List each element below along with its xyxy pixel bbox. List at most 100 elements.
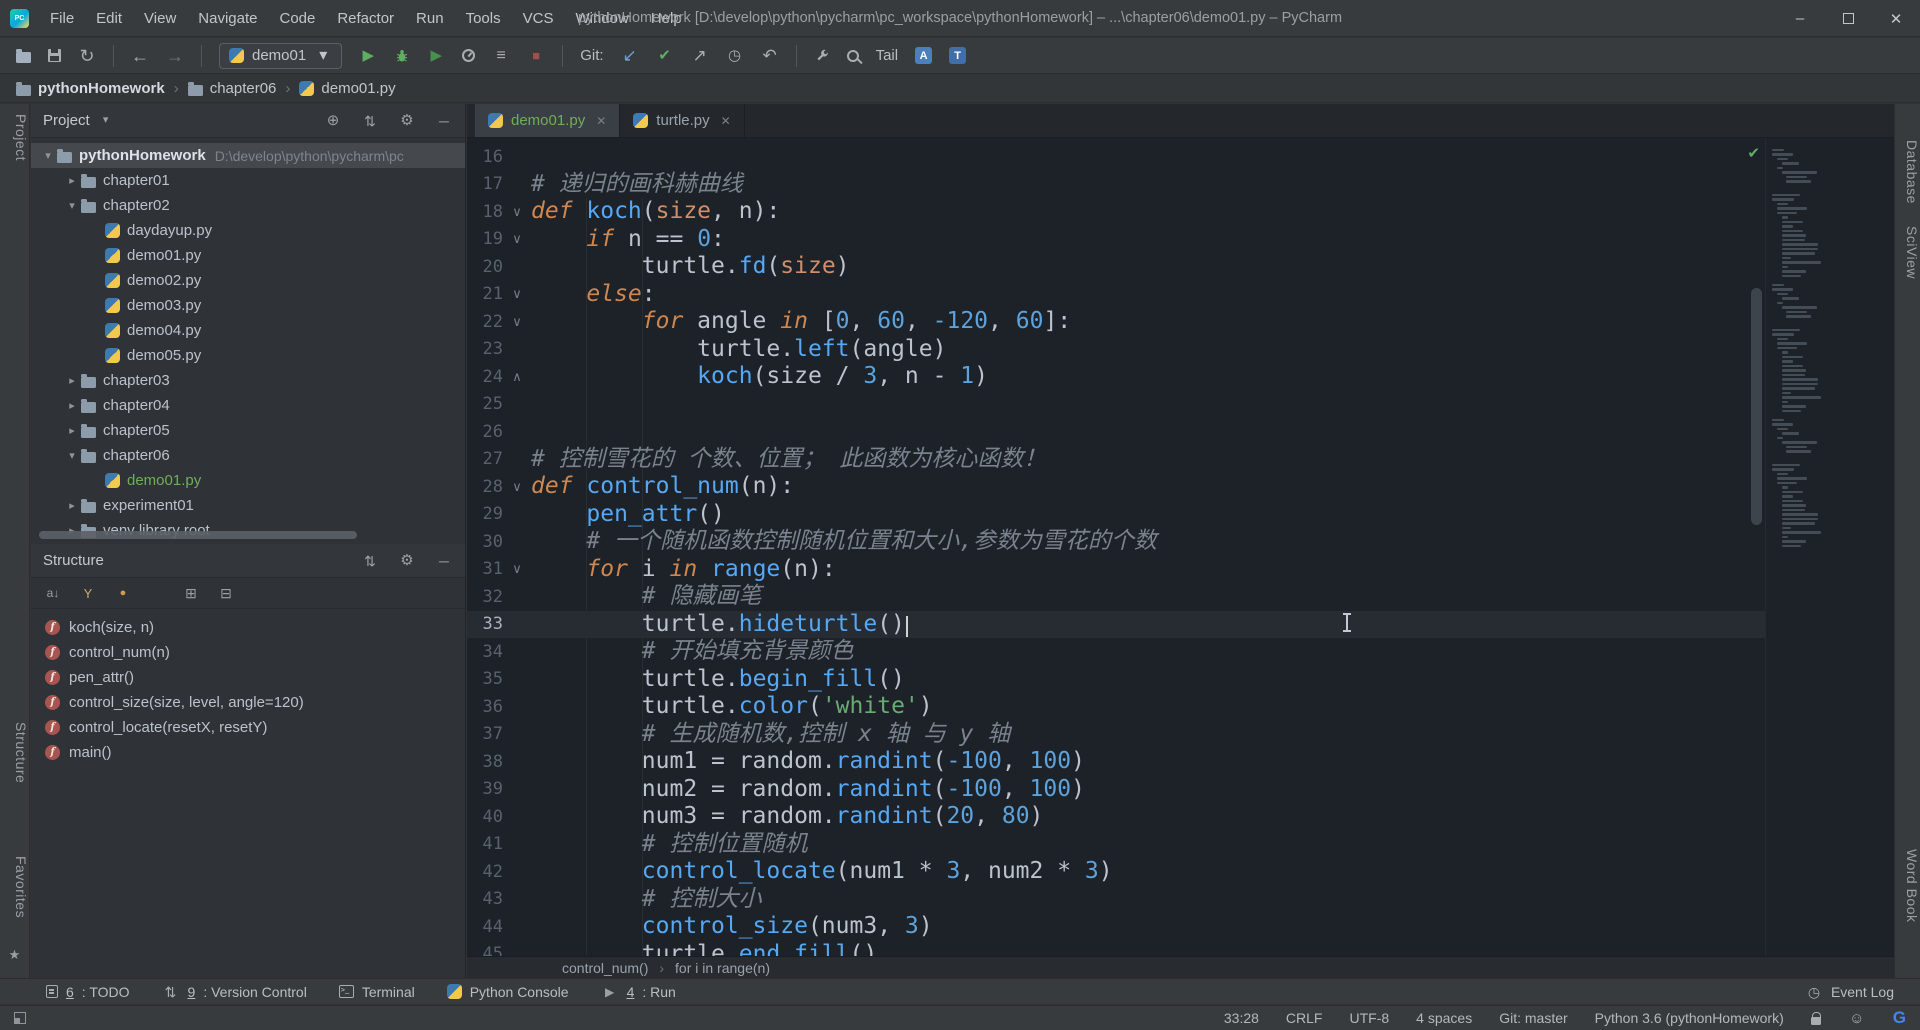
code-line[interactable]: 32 # 隐藏画笔 (467, 583, 1894, 611)
collapse-all-icon[interactable]: ⊟ (217, 586, 235, 600)
debug-icon[interactable] (394, 48, 410, 64)
line-number[interactable]: 16 (467, 147, 503, 167)
menu-vcs[interactable]: VCS (512, 0, 565, 37)
google-translate-icon[interactable]: G (1893, 1008, 1906, 1028)
line-number[interactable]: 43 (467, 889, 503, 909)
code-line[interactable]: 31 ∨ for i in range(n): (467, 556, 1894, 584)
code-line[interactable]: 28 ∨ def control_num(n): (467, 473, 1894, 501)
code-line[interactable]: 29 pen_attr() (467, 501, 1894, 529)
line-number[interactable]: 27 (467, 449, 503, 469)
code-line[interactable]: 38 num1 = random.randint(-100, 100) (467, 748, 1894, 776)
tree-row[interactable]: ▾ chapter06 (31, 443, 465, 468)
python-interpreter[interactable]: Python 3.6 (pythonHomework) (1595, 1010, 1784, 1026)
lock-icon[interactable] (1810, 1011, 1821, 1025)
editor-scrollbar[interactable] (1749, 138, 1764, 956)
tree-row[interactable]: ▸ chapter01 (31, 168, 465, 193)
fold-marker-icon[interactable]: ∨ (503, 204, 531, 220)
line-number[interactable]: 36 (467, 697, 503, 717)
structure-item[interactable]: f control_locate(resetX, resetY) (31, 715, 465, 740)
line-number[interactable]: 31 (467, 559, 503, 579)
code-line[interactable]: 45 turtle.end_fill() (467, 941, 1894, 957)
structure-item[interactable]: f main() (31, 740, 465, 765)
breadcrumb-item[interactable]: pythonHomework (16, 80, 165, 97)
toolwindow-button-terminal[interactable]: Terminal (338, 984, 415, 1000)
gear-icon[interactable]: ⚙ (398, 553, 416, 568)
git-branch[interactable]: Git: master (1499, 1010, 1567, 1026)
collapse-icon[interactable]: ⇅ (361, 554, 379, 568)
open-project-icon[interactable] (16, 48, 31, 63)
menu-file[interactable]: File (39, 0, 85, 37)
rollback-icon[interactable]: ↶ (761, 47, 779, 64)
fold-marker-icon[interactable]: ∨ (503, 231, 531, 247)
code-line[interactable]: 21 ∨ else: (467, 281, 1894, 309)
save-all-icon[interactable] (48, 49, 61, 62)
tree-row[interactable]: demo01.py (31, 243, 465, 268)
tab-turtle-py[interactable]: turtle.py ✕ (620, 104, 745, 137)
line-number[interactable]: 42 (467, 862, 503, 882)
coverage-run-icon[interactable]: ▶ (427, 48, 445, 63)
fold-marker-icon[interactable]: ∧ (503, 369, 531, 385)
chevron-right-icon[interactable]: ▸ (63, 174, 81, 187)
toolwindow-button-python-console[interactable]: Python Console (446, 984, 569, 1000)
stop-icon[interactable]: ■ (527, 49, 545, 62)
git-commit-icon[interactable]: ✔ (656, 48, 674, 63)
collapse-icon[interactable]: ⇅ (361, 114, 379, 128)
line-number[interactable]: 35 (467, 669, 503, 689)
chevron-down-icon[interactable]: ▾ (63, 199, 81, 212)
code-line[interactable]: 40 num3 = random.randint(20, 80) (467, 803, 1894, 831)
line-number[interactable]: 17 (467, 174, 503, 194)
hector-icon[interactable]: ☺ (1848, 1011, 1866, 1026)
run-configs-icon[interactable]: ≡ (492, 47, 510, 64)
code-line[interactable]: 42 control_locate(num1 * 3, num2 * 3) (467, 858, 1894, 886)
chevron-right-icon[interactable]: ▸ (63, 399, 81, 412)
tree-row[interactable]: demo05.py (31, 343, 465, 368)
close-button[interactable]: ✕ (1872, 0, 1920, 37)
structure-item[interactable]: f koch(size, n) (31, 615, 465, 640)
line-number[interactable]: 34 (467, 642, 503, 662)
code-line[interactable]: 37 # 生成随机数,控制 x 轴 与 y 轴 (467, 721, 1894, 749)
code-line[interactable]: 41 # 控制位置随机 (467, 831, 1894, 859)
stripe-item-database[interactable]: Database (1895, 140, 1920, 204)
menu-edit[interactable]: Edit (85, 0, 133, 37)
tree-row[interactable]: ▸ chapter04 (31, 393, 465, 418)
hide-icon[interactable]: ─ (435, 114, 453, 128)
code-line[interactable]: 20 turtle.fd(size) (467, 253, 1894, 281)
code-line[interactable]: 16 (467, 143, 1894, 171)
structure-item[interactable]: f pen_attr() (31, 665, 465, 690)
stripe-item-project[interactable]: Project (0, 114, 29, 161)
line-number[interactable]: 26 (467, 422, 503, 442)
toolwindow-button-version-control[interactable]: ⇅ 9: Version Control (162, 984, 307, 1000)
line-number[interactable]: 44 (467, 917, 503, 937)
menu-view[interactable]: View (133, 0, 187, 37)
structure-item[interactable]: f control_size(size, level, angle=120) (31, 690, 465, 715)
line-number[interactable]: 32 (467, 587, 503, 607)
code-line[interactable]: 30 # 一个随机函数控制随机位置和大小,参数为雪花的个数 (467, 528, 1894, 556)
expand-all-icon[interactable]: ⊞ (182, 586, 200, 600)
file-encoding[interactable]: UTF-8 (1349, 1010, 1389, 1026)
line-number[interactable]: 21 (467, 284, 503, 304)
translate-settings-icon[interactable]: T (949, 47, 967, 64)
tree-row[interactable]: ▸ experiment01 (31, 493, 465, 518)
toolwindow-button-run[interactable]: ▶ 4: Run (601, 984, 676, 1000)
line-number[interactable]: 38 (467, 752, 503, 772)
line-number[interactable]: 37 (467, 724, 503, 744)
code-minimap[interactable] (1765, 138, 1894, 956)
filter-icon[interactable]: Y (79, 587, 97, 600)
tree-row[interactable]: ▾ pythonHomework D:\develop\python\pycharm… (31, 143, 465, 168)
code-line[interactable]: 33 turtle.hideturtle() (467, 610, 1894, 638)
line-number[interactable]: 40 (467, 807, 503, 827)
line-number[interactable]: 45 (467, 944, 503, 956)
code-line[interactable]: 23 turtle.left(angle) (467, 336, 1894, 364)
code-line[interactable]: 25 (467, 391, 1894, 419)
line-number[interactable]: 18 (467, 202, 503, 222)
editor-breadcrumb-item[interactable]: for i in range(n) (675, 960, 770, 976)
caret-position[interactable]: 33:28 (1224, 1010, 1259, 1026)
chevron-down-icon[interactable]: ▾ (39, 149, 57, 162)
close-icon[interactable]: ✕ (596, 114, 606, 128)
history-icon[interactable]: ◷ (726, 48, 744, 63)
back-icon[interactable]: ← (131, 47, 149, 65)
fold-marker-icon[interactable]: ∨ (503, 314, 531, 330)
tree-row[interactable]: daydayup.py (31, 218, 465, 243)
hide-icon[interactable]: ─ (435, 554, 453, 568)
stripe-item-word-book[interactable]: Word Book (1895, 849, 1920, 923)
